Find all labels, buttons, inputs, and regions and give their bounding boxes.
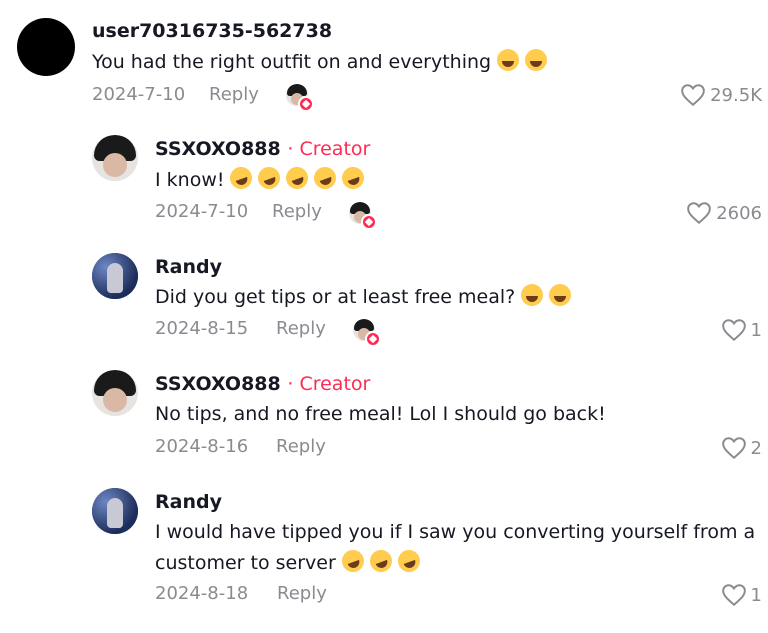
comment-text: I would have tipped you if I saw you con… <box>155 521 756 543</box>
avatar[interactable] <box>92 488 138 534</box>
comment-text: customer to server <box>155 546 423 579</box>
comment-username[interactable]: Randy <box>155 256 222 278</box>
rofl-emoji-icon <box>366 546 395 576</box>
comment-text-content: Did you get tips or at least free meal? <box>155 286 516 308</box>
avatar[interactable] <box>92 253 138 299</box>
like-count: 1 <box>750 584 762 606</box>
like-count: 2 <box>750 437 762 459</box>
heart-badge-icon <box>365 331 381 347</box>
laughing-emoji-icon <box>525 49 548 71</box>
creator-badge: · Creator <box>287 373 371 395</box>
comment-username[interactable]: Randy <box>155 491 222 513</box>
reply-button[interactable]: Reply <box>277 583 327 604</box>
like-count: 1 <box>750 319 762 341</box>
comment-username: SSXOXO888 · Creator <box>155 373 370 395</box>
comment-text: No tips, and no free meal! Lol I should … <box>155 403 606 425</box>
laughing-emoji-icon <box>521 284 544 306</box>
like-count: 29.5K <box>710 84 762 106</box>
rofl-emoji-icon <box>339 163 368 193</box>
like-button[interactable]: 29.5K <box>680 83 762 107</box>
laughing-emoji-icon <box>549 284 572 306</box>
rofl-emoji-icon <box>394 546 423 576</box>
comment-text: I know! <box>155 163 368 196</box>
creator-badge: · Creator <box>287 138 371 160</box>
avatar[interactable] <box>92 370 138 416</box>
comment-date: 2024-8-18 <box>155 583 249 604</box>
laughing-emoji-icon <box>497 49 520 71</box>
heart-icon <box>687 202 711 225</box>
heart-badge-icon <box>298 96 314 112</box>
avatar[interactable] <box>17 18 75 76</box>
reply-button[interactable]: Reply <box>276 436 326 457</box>
rofl-emoji-icon <box>283 163 312 193</box>
like-count: 2606 <box>716 202 762 224</box>
comment-username[interactable]: user70316735-562738 <box>92 20 332 42</box>
comment-text: You had the right outfit on and everythi… <box>92 47 548 78</box>
like-button[interactable]: 1 <box>721 318 762 342</box>
like-button[interactable]: 1 <box>721 583 762 607</box>
rofl-emoji-icon <box>227 163 256 193</box>
heart-icon <box>681 84 705 107</box>
heart-icon <box>721 319 746 342</box>
username-text[interactable]: SSXOXO888 <box>155 138 281 160</box>
username-text[interactable]: SSXOXO888 <box>155 373 281 395</box>
comment-date: 2024-8-15 <box>155 318 249 339</box>
reply-button[interactable]: Reply <box>276 318 326 339</box>
comment-username: SSXOXO888 · Creator <box>155 138 370 160</box>
like-button[interactable]: 2 <box>721 436 762 460</box>
comment-date: 2024-7-10 <box>92 84 186 105</box>
comment-date: 2024-7-10 <box>155 201 249 222</box>
comment-text-content: customer to server <box>155 552 336 574</box>
comment-text-content: I know! <box>155 169 225 191</box>
comment-text-content: You had the right outfit on and everythi… <box>92 51 492 73</box>
rofl-emoji-icon <box>255 163 284 193</box>
rofl-emoji-icon <box>311 163 340 193</box>
heart-icon <box>721 584 746 607</box>
reply-button[interactable]: Reply <box>209 84 259 105</box>
comment-text: Did you get tips or at least free meal? <box>155 282 572 313</box>
like-button[interactable]: 2606 <box>686 201 762 225</box>
heart-badge-icon <box>361 214 377 230</box>
reply-button[interactable]: Reply <box>272 201 322 222</box>
avatar[interactable] <box>92 135 138 181</box>
rofl-emoji-icon <box>338 546 367 576</box>
heart-icon <box>721 437 746 460</box>
comment-date: 2024-8-16 <box>155 436 249 457</box>
